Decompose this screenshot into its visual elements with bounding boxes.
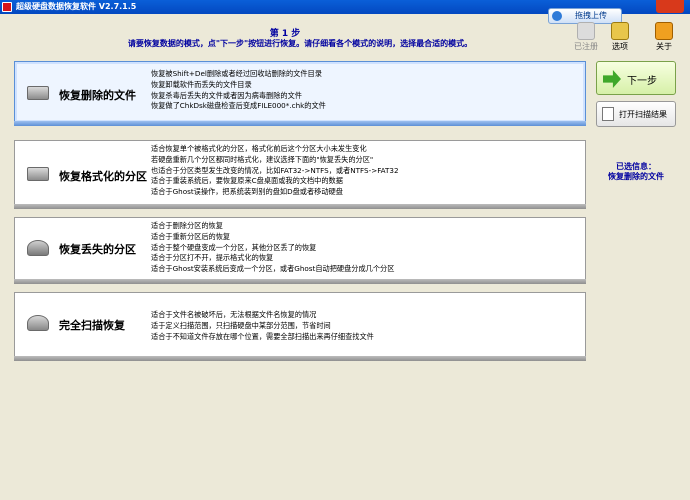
about-button[interactable]: 关于 (650, 22, 678, 51)
open-scan-results-button[interactable]: 打开扫描结果 (596, 101, 676, 127)
option-description-line: 适合于删除分区的恢复 (151, 221, 223, 230)
next-step-button[interactable]: 下一步 (596, 61, 676, 95)
option-description-line: 也适合于分区类型发生改变的情况，比如FAT32->NTFS，或者NTFS->FA… (151, 165, 399, 175)
option-divider (14, 279, 586, 284)
option-recover-formatted-partition[interactable]: 恢复格式化的分区 适合恢复单个被格式化的分区，格式化前后这个分区大小未发生变化 … (14, 140, 586, 209)
hard-drive-icon (27, 86, 49, 100)
selected-info-value: 恢复删除的文件 (608, 172, 664, 181)
document-icon (602, 107, 614, 121)
app-icon (2, 2, 12, 12)
option-description-line: 若硬盘重新几个分区都同时格式化，建议选择下面的"恢复丢失的分区" (151, 154, 374, 164)
option-description: 适合于文件名被破坏后，无法根据文件名恢复的情况 适于定义扫描范围，只扫描硬盘中某… (151, 310, 581, 342)
window-title: 超级硬盘数据恢复软件 V2.7.1.5 (16, 2, 137, 11)
close-button[interactable] (656, 0, 684, 13)
option-divider (14, 121, 586, 126)
minimize-button[interactable] (642, 0, 656, 12)
option-description-line: 适合于分区打不开，提示格式化的恢复 (151, 253, 274, 263)
step-description: 请要恢复数据的模式，点"下一步"按钮进行恢复。请仔细看各个模式的说明，选择最合适… (127, 39, 473, 48)
next-step-label: 下一步 (627, 76, 657, 87)
arrow-right-icon (603, 70, 621, 88)
option-description-line: 适合于Ghost安装系统后变成一个分区，或者Ghost自动把硬盘分成几个分区 (151, 264, 395, 274)
option-description-line: 适合于整个硬盘变成一个分区，其他分区丢了的恢复 (151, 242, 317, 252)
upload-icon (552, 11, 562, 21)
option-recover-deleted-files[interactable]: 恢复删除的文件 恢复被Shift+Del删除或者经过回收站删除的文件目录 恢复卸… (14, 61, 586, 126)
option-description-line: 恢复卸载软件而丢失的文件目录 (151, 79, 252, 89)
option-description: 适合恢复单个被格式化的分区，格式化前后这个分区大小未发生变化 若硬盘重新几个分区… (151, 144, 581, 198)
open-scan-results-label: 打开扫描结果 (619, 110, 667, 119)
option-description-line: 恢复杀毒后丢失的文件或者因为病毒删除的文件 (151, 90, 302, 100)
option-description-line: 适于定义扫描范围，只扫描硬盘中某部分范围，节省时间 (151, 320, 331, 330)
options-button[interactable]: 选项 (606, 22, 634, 51)
option-name: 恢复格式化的分区 (59, 170, 147, 183)
option-description-line: 适合于重装系统后，要恢复原来C盘桌面或我的文档中的数据 (151, 176, 343, 186)
disk-scan-icon (27, 315, 49, 331)
upload-label: 拖拽上传 (575, 11, 607, 20)
about-label: 关于 (656, 42, 672, 51)
option-description-line: 适合于Ghost误操作，把系统装到别的盘如D盘或者移动硬盘 (151, 187, 343, 197)
option-name: 完全扫描恢复 (59, 319, 125, 332)
hard-drive-icon (27, 167, 49, 181)
option-description: 适合于删除分区的恢复 适合于重新分区后的恢复 适合于整个硬盘变成一个分区，其他分… (151, 221, 581, 275)
option-description-line: 适合于文件名被破坏后，无法根据文件名恢复的情况 (151, 310, 317, 319)
option-name: 恢复丢失的分区 (59, 243, 136, 256)
option-description-line: 恢复被Shift+Del删除或者经过回收站删除的文件目录 (151, 69, 322, 78)
options-label: 选项 (612, 42, 628, 51)
info-icon (655, 22, 673, 40)
option-name: 恢复删除的文件 (59, 89, 136, 102)
option-description-line: 恢复做了ChkDsk磁盘检查后变成FILE000*.chk的文件 (151, 101, 326, 111)
gear-icon (611, 22, 629, 40)
option-description-line: 适合于不知道文件存放在哪个位置，需要全部扫描出来再仔细查找文件 (151, 331, 374, 341)
option-description: 恢复被Shift+Del删除或者经过回收站删除的文件目录 恢复卸载软件而丢失的文… (151, 69, 581, 112)
option-full-scan-recovery[interactable]: 完全扫描恢复 适合于文件名被破坏后，无法根据文件名恢复的情况 适于定义扫描范围，… (14, 292, 586, 361)
option-divider (14, 204, 586, 209)
option-divider (14, 356, 586, 361)
option-description-line: 适合于重新分区后的恢复 (151, 231, 231, 241)
disk-search-icon (27, 240, 49, 256)
option-recover-lost-partition[interactable]: 恢复丢失的分区 适合于删除分区的恢复 适合于重新分区后的恢复 适合于整个硬盘变成… (14, 217, 586, 284)
app-window: 超级硬盘数据恢复软件 V2.7.1.5 拖拽上传 已注册 选项 关于 第 1 步… (0, 0, 690, 500)
option-description-line: 适合恢复单个被格式化的分区，格式化前后这个分区大小未发生变化 (151, 144, 367, 153)
